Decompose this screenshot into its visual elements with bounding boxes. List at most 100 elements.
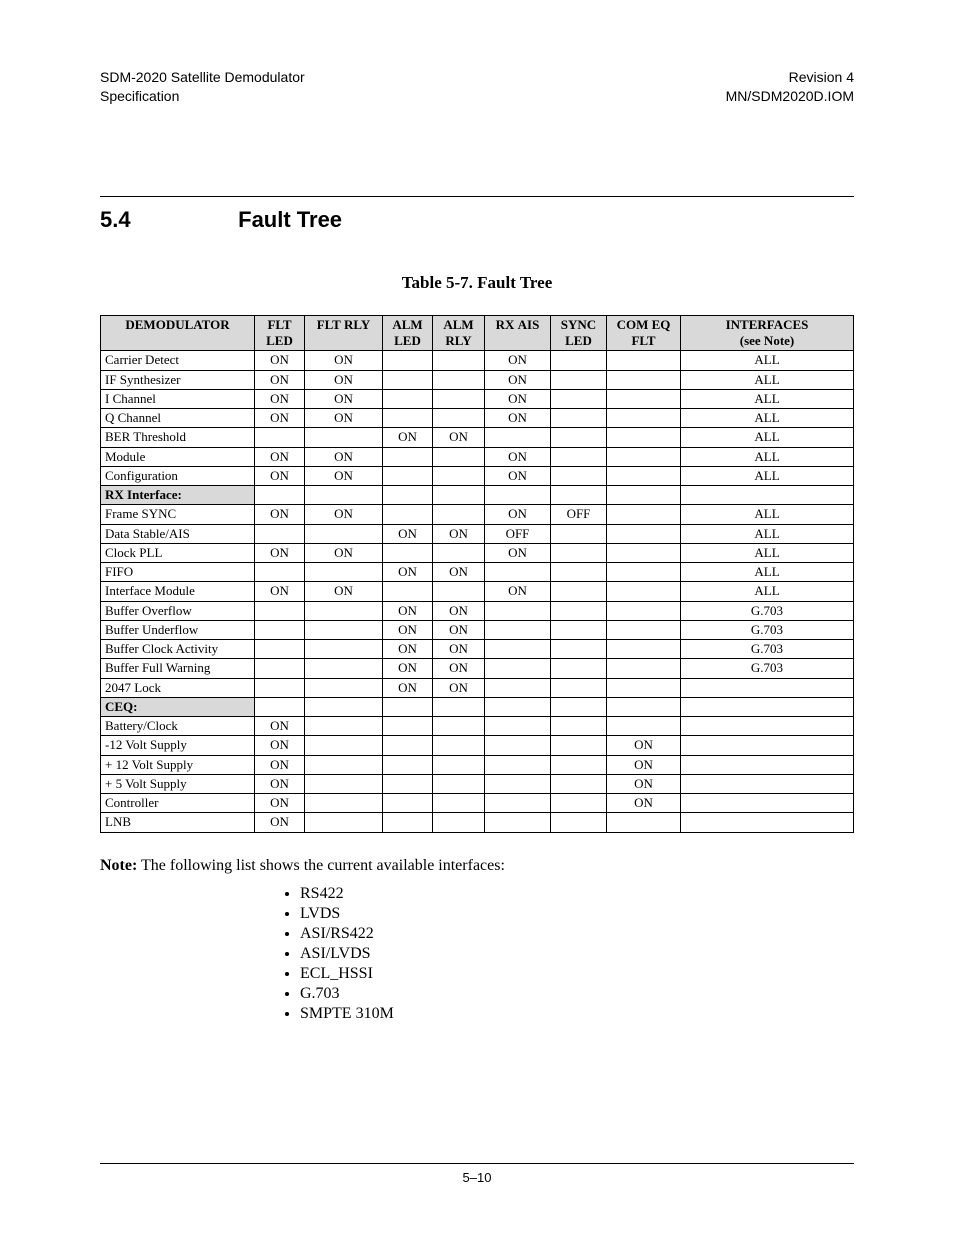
cell bbox=[485, 697, 551, 716]
cell: ON bbox=[485, 505, 551, 524]
cell bbox=[433, 717, 485, 736]
note-label: Note: bbox=[100, 857, 137, 874]
cell: ON bbox=[255, 447, 305, 466]
divider bbox=[100, 196, 854, 197]
cell bbox=[383, 505, 433, 524]
cell bbox=[551, 755, 607, 774]
table-row: ConfigurationONONONALL bbox=[101, 466, 854, 485]
table-row: Carrier DetectONONONALL bbox=[101, 351, 854, 370]
cell: ON bbox=[305, 409, 383, 428]
cell bbox=[485, 486, 551, 505]
column-header: ALMLED bbox=[383, 315, 433, 351]
cell bbox=[485, 563, 551, 582]
row-name: Frame SYNC bbox=[101, 505, 255, 524]
cell: ALL bbox=[681, 428, 854, 447]
cell bbox=[305, 659, 383, 678]
column-header: FLTLED bbox=[255, 315, 305, 351]
header-product: SDM-2020 Satellite Demodulator bbox=[100, 69, 305, 85]
cell: ON bbox=[433, 659, 485, 678]
column-header: COM EQFLT bbox=[607, 315, 681, 351]
cell: ON bbox=[485, 582, 551, 601]
row-name: Buffer Clock Activity bbox=[101, 640, 255, 659]
interfaces-list: RS422LVDSASI/RS422ASI/LVDSECL_HSSIG.703S… bbox=[300, 885, 854, 1025]
cell bbox=[305, 736, 383, 755]
section-row-label: CEQ: bbox=[101, 697, 255, 716]
section-row-label: RX Interface: bbox=[101, 486, 255, 505]
cell bbox=[551, 736, 607, 755]
cell bbox=[607, 717, 681, 736]
cell: ALL bbox=[681, 543, 854, 562]
cell: ON bbox=[485, 409, 551, 428]
cell bbox=[255, 620, 305, 639]
footer-rule bbox=[100, 1163, 854, 1164]
cell bbox=[551, 813, 607, 832]
cell bbox=[433, 486, 485, 505]
cell bbox=[383, 389, 433, 408]
header-right: Revision 4 MN/SDM2020D.IOM bbox=[726, 68, 854, 106]
footer: 5–10 bbox=[100, 1163, 854, 1185]
table-head: DEMODULATORFLTLEDFLT RLYALMLEDALMRLYRX A… bbox=[101, 315, 854, 351]
cell bbox=[305, 717, 383, 736]
cell: ALL bbox=[681, 505, 854, 524]
cell bbox=[433, 794, 485, 813]
cell: ON bbox=[433, 428, 485, 447]
cell bbox=[433, 774, 485, 793]
cell bbox=[607, 447, 681, 466]
cell bbox=[485, 428, 551, 447]
cell bbox=[551, 370, 607, 389]
table-row: 2047 LockONON bbox=[101, 678, 854, 697]
row-name: Buffer Underflow bbox=[101, 620, 255, 639]
cell: ON bbox=[255, 370, 305, 389]
cell bbox=[681, 486, 854, 505]
cell: OFF bbox=[551, 505, 607, 524]
table-row: Buffer OverflowONONG.703 bbox=[101, 601, 854, 620]
cell bbox=[551, 428, 607, 447]
cell: ON bbox=[433, 524, 485, 543]
cell bbox=[433, 697, 485, 716]
row-name: Clock PLL bbox=[101, 543, 255, 562]
cell bbox=[383, 717, 433, 736]
header-left: SDM-2020 Satellite Demodulator Specifica… bbox=[100, 68, 305, 106]
cell bbox=[433, 370, 485, 389]
cell bbox=[485, 659, 551, 678]
cell bbox=[485, 736, 551, 755]
cell: ON bbox=[255, 774, 305, 793]
table-row: Battery/ClockON bbox=[101, 717, 854, 736]
cell: ON bbox=[305, 505, 383, 524]
list-item: RS422 bbox=[300, 885, 854, 905]
cell bbox=[551, 563, 607, 582]
row-name: Module bbox=[101, 447, 255, 466]
cell bbox=[607, 505, 681, 524]
cell bbox=[433, 755, 485, 774]
cell bbox=[551, 697, 607, 716]
cell bbox=[607, 563, 681, 582]
cell bbox=[551, 717, 607, 736]
cell: ALL bbox=[681, 563, 854, 582]
cell: G.703 bbox=[681, 640, 854, 659]
cell bbox=[383, 736, 433, 755]
cell bbox=[383, 543, 433, 562]
cell: ON bbox=[383, 524, 433, 543]
cell bbox=[255, 601, 305, 620]
cell bbox=[607, 813, 681, 832]
cell bbox=[607, 620, 681, 639]
cell bbox=[383, 813, 433, 832]
cell bbox=[383, 774, 433, 793]
cell: ON bbox=[433, 620, 485, 639]
cell bbox=[681, 774, 854, 793]
cell bbox=[485, 640, 551, 659]
cell bbox=[551, 774, 607, 793]
note: Note: The following list shows the curre… bbox=[100, 857, 854, 875]
cell bbox=[551, 409, 607, 428]
cell: ON bbox=[255, 755, 305, 774]
cell: ON bbox=[255, 717, 305, 736]
cell bbox=[551, 447, 607, 466]
header-revision: Revision 4 bbox=[789, 69, 854, 85]
cell bbox=[305, 524, 383, 543]
list-item: ASI/RS422 bbox=[300, 925, 854, 945]
table-row: Buffer Clock ActivityONONG.703 bbox=[101, 640, 854, 659]
cell bbox=[607, 582, 681, 601]
cell: ALL bbox=[681, 582, 854, 601]
cell bbox=[255, 524, 305, 543]
table-row: ModuleONONONALL bbox=[101, 447, 854, 466]
